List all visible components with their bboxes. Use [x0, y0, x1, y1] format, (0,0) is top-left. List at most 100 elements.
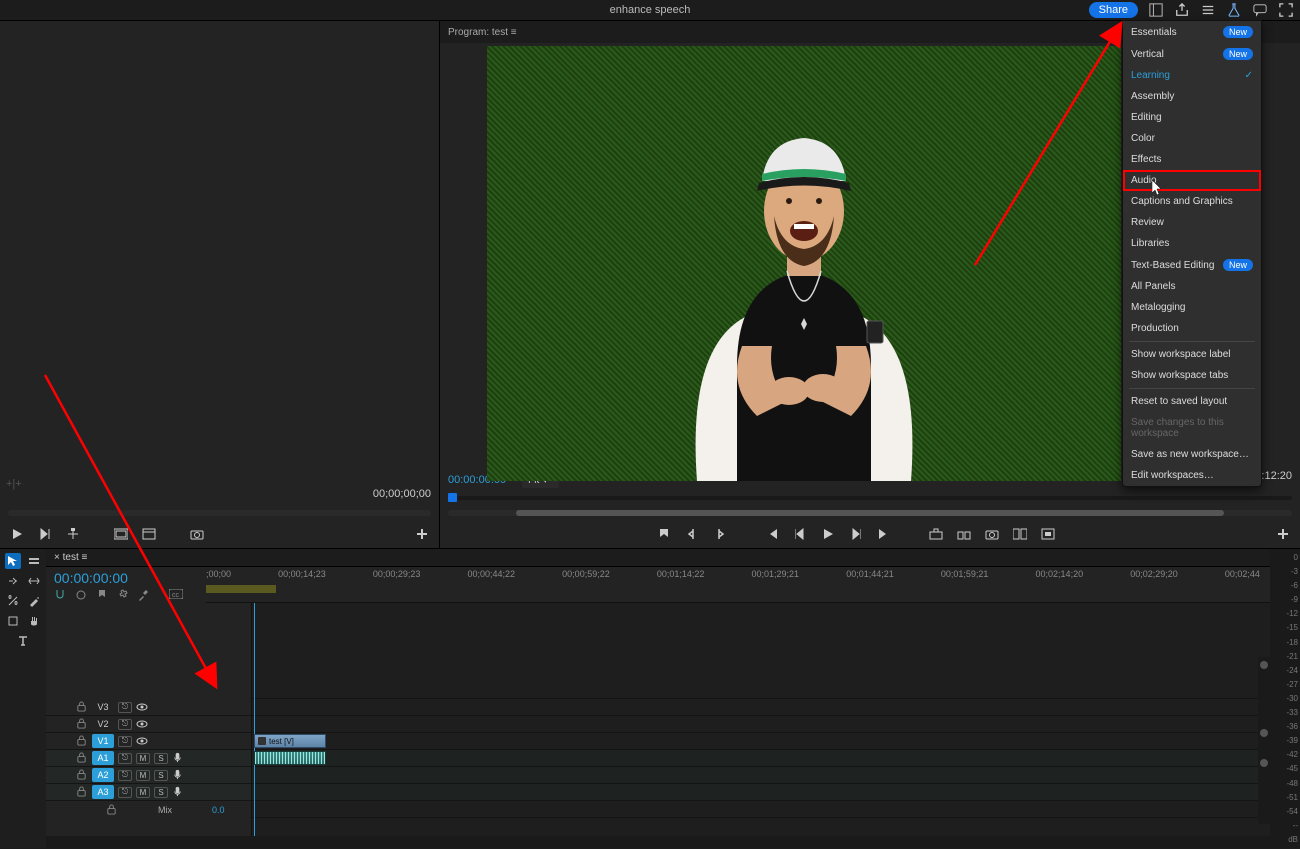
mix-track[interactable]: Mix0.0 [46, 801, 251, 818]
step-back-icon[interactable] [791, 525, 809, 543]
sync-lock-icon[interactable]: ⎋ [118, 753, 132, 764]
workspace-item-captions-and-graphics[interactable]: Captions and Graphics [1123, 191, 1261, 212]
track-label[interactable]: A3 [92, 785, 114, 799]
mute-button[interactable]: M [136, 770, 150, 781]
track-label[interactable]: A2 [92, 768, 114, 782]
workspace-item-metalogging[interactable]: Metalogging [1123, 297, 1261, 318]
timeline-v-scrollbar[interactable] [1258, 657, 1270, 824]
fullscreen-icon[interactable] [1278, 2, 1294, 18]
workspace-item-color[interactable]: Color [1123, 128, 1261, 149]
audio-clip[interactable] [254, 751, 326, 765]
track-lane[interactable] [252, 733, 1270, 750]
goto-out-icon[interactable] [875, 525, 893, 543]
timeline-timecode[interactable]: 00:00:00:00 [54, 570, 198, 586]
workspace-item-audio[interactable]: Audio [1123, 170, 1261, 191]
program-monitor-video[interactable] [487, 46, 1121, 481]
workspace-item[interactable]: Edit workspaces… [1123, 465, 1261, 486]
lock-icon[interactable] [76, 701, 88, 713]
in-point-icon[interactable] [683, 525, 701, 543]
mute-button[interactable]: M [136, 787, 150, 798]
video-track-header[interactable]: V3⎋ [46, 699, 251, 716]
workspace-item-production[interactable]: Production [1123, 318, 1261, 339]
track-lane[interactable] [252, 699, 1270, 716]
add-button-icon[interactable] [1274, 525, 1292, 543]
workspace-item-text-based-editing[interactable]: Text-Based EditingNew [1123, 254, 1261, 276]
play-icon[interactable] [8, 525, 26, 543]
track-select-tool-icon[interactable] [26, 553, 42, 569]
add-marker-icon[interactable] [64, 525, 82, 543]
export-frame-icon[interactable] [983, 525, 1001, 543]
snap-icon[interactable] [54, 589, 67, 602]
video-track-header[interactable]: V2 ⎋ [46, 716, 251, 733]
safe-margins-icon[interactable] [112, 525, 130, 543]
voice-icon[interactable] [172, 769, 184, 781]
workspace-item-libraries[interactable]: Libraries [1123, 233, 1261, 254]
comparison-icon[interactable] [1011, 525, 1029, 543]
sync-lock-icon[interactable]: ⎋ [118, 719, 132, 730]
camera-icon[interactable] [188, 525, 206, 543]
timeline-sequence-tab[interactable]: × test ≡ [46, 549, 1270, 567]
workspace-item[interactable]: Reset to saved layout [1123, 391, 1261, 412]
eye-icon[interactable] [136, 718, 148, 730]
workspace-item-assembly[interactable]: Assembly [1123, 86, 1261, 107]
lock-icon[interactable] [76, 718, 88, 730]
rectangle-tool-icon[interactable] [5, 613, 21, 629]
track-label[interactable]: A1 [92, 751, 114, 765]
settings-icon[interactable] [117, 589, 130, 602]
workspace-item[interactable]: Save as new workspace… [1123, 444, 1261, 465]
lock-icon[interactable] [76, 786, 88, 798]
voice-icon[interactable] [172, 752, 184, 764]
add-button-icon[interactable] [413, 525, 431, 543]
program-playhead[interactable] [440, 492, 1300, 506]
pen-tool-icon[interactable] [26, 593, 42, 609]
workspace-item-editing[interactable]: Editing [1123, 107, 1261, 128]
caption-track-icon[interactable]: cc [169, 589, 182, 602]
audio-track-header[interactable]: A1 ⎋ MS [46, 750, 251, 767]
track-lane[interactable] [252, 767, 1270, 784]
ripple-tool-icon[interactable] [5, 573, 21, 589]
type-tool-icon[interactable] [15, 633, 31, 649]
eye-icon[interactable] [136, 701, 148, 713]
sync-lock-icon[interactable]: ⎋ [118, 770, 132, 781]
sync-lock-icon[interactable]: ⎋ [118, 787, 132, 798]
lock-icon[interactable] [76, 769, 88, 781]
marker-add-icon[interactable] [96, 589, 109, 602]
wrench-icon[interactable] [138, 589, 151, 602]
rate-stretch-tool-icon[interactable] [26, 573, 42, 589]
menu-icon[interactable] [1200, 2, 1216, 18]
track-lane[interactable] [252, 716, 1270, 733]
program-scrollbar[interactable] [448, 508, 1292, 518]
mute-button[interactable]: M [136, 753, 150, 764]
track-label[interactable]: V3 [92, 700, 114, 714]
hand-tool-icon[interactable] [26, 613, 42, 629]
solo-button[interactable]: S [154, 787, 168, 798]
audio-track-header[interactable]: A3 ⎋ MS [46, 784, 251, 801]
step-forward-icon[interactable] [847, 525, 865, 543]
voice-icon[interactable] [172, 786, 184, 798]
sync-lock-icon[interactable]: ⎋ [118, 736, 132, 747]
share-button[interactable]: Share [1089, 2, 1138, 18]
solo-button[interactable]: S [154, 770, 168, 781]
workspace-item-vertical[interactable]: VerticalNew [1123, 43, 1261, 65]
workspace-item[interactable]: Show workspace label [1123, 344, 1261, 365]
goto-in-icon[interactable] [763, 525, 781, 543]
workspace-item-effects[interactable]: Effects [1123, 149, 1261, 170]
audio-track-header[interactable]: A2 ⎋ MS [46, 767, 251, 784]
track-lane[interactable] [252, 750, 1270, 767]
track-label[interactable]: V1 [92, 734, 114, 748]
chat-icon[interactable] [1252, 2, 1268, 18]
eye-icon[interactable] [136, 735, 148, 747]
track-label[interactable]: V2 [92, 717, 114, 731]
workspace-icon[interactable] [1148, 2, 1164, 18]
timeline-h-scrollbar[interactable] [46, 836, 1270, 848]
linked-sel-icon[interactable] [75, 589, 88, 602]
step-forward-icon[interactable] [36, 525, 54, 543]
proxy-icon[interactable] [1039, 525, 1057, 543]
source-scrollbar[interactable] [8, 508, 431, 518]
lock-icon[interactable] [76, 735, 88, 747]
video-clip[interactable]: test [V] [254, 734, 326, 748]
marker-icon[interactable] [655, 525, 673, 543]
workspace-item[interactable]: Show workspace tabs [1123, 365, 1261, 386]
solo-button[interactable]: S [154, 753, 168, 764]
flask-beta-icon[interactable] [1226, 2, 1242, 18]
